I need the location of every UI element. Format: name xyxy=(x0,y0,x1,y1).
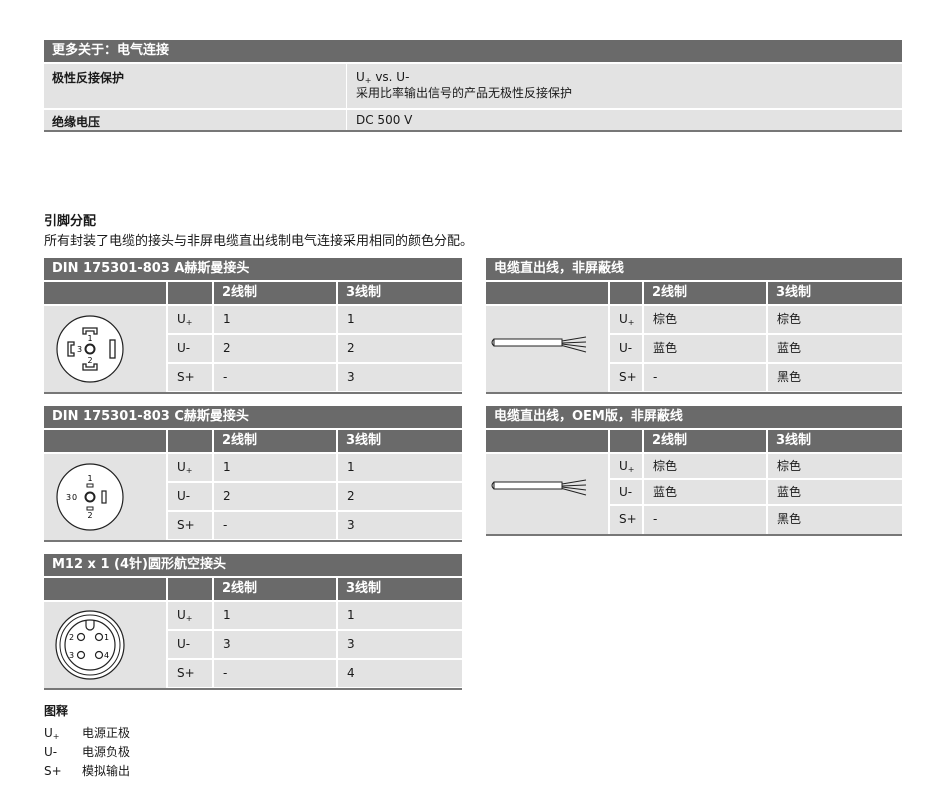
m12-pin-label-2: 2 xyxy=(69,633,74,642)
din-a-table: DIN 175301-803 A赫斯曼接头 2线制 3线制 1 3 2 U+ 1 1… xyxy=(44,258,462,394)
din-c-header: DIN 175301-803 C赫斯曼接头 xyxy=(44,406,462,428)
din-a-pin-label-3: 3 xyxy=(77,345,82,354)
legend-item: S+ 模拟输出 xyxy=(44,764,131,778)
insulation-row: 绝缘电压 DC 500 V xyxy=(44,110,902,130)
top-table-bottom-rule xyxy=(44,130,902,132)
legend-item: U+ 电源正极 xyxy=(44,726,131,741)
din-a-header: DIN 175301-803 A赫斯曼接头 xyxy=(44,258,462,280)
cable-oem-header: 电缆直出线，OEM版，非屏蔽线 xyxy=(486,406,902,428)
m12-table: M12 x 1 (4针)圆形航空接头 2线制 3线制 2 1 3 4 U+ 1 1 xyxy=(44,554,462,690)
din-a-pin-label-2: 2 xyxy=(87,356,92,365)
pin-assignment-description: 所有封装了电缆的接头与非屏电缆直出线制电气连接采用相同的颜色分配。 xyxy=(44,234,474,249)
m12-pin-label-1: 1 xyxy=(104,633,109,642)
svg-text:0: 0 xyxy=(72,493,77,502)
legend-item: U- 电源负极 xyxy=(44,745,131,759)
polarity-row: 极性反接保护 U+ vs. U- 采用比率输出信号的产品无极性反接保护 xyxy=(44,64,902,108)
more-about-header: 更多关于：电气连接 xyxy=(44,40,902,62)
cable-oem-table: 电缆直出线，OEM版，非屏蔽线 2线制 3线制 U+ 棕色 棕色 U- 蓝色 蓝色 S+… xyxy=(486,406,902,536)
din-a-pin-label-1: 1 xyxy=(87,334,92,343)
col-3wire: 3线制 xyxy=(338,282,462,304)
din-c-pin-label-3: 3 xyxy=(66,493,71,502)
cable-header: 电缆直出线，非屏蔽线 xyxy=(486,258,902,280)
din-c-connector-diagram: 1 3 0 2 xyxy=(44,454,166,540)
din-c-pin-label-2: 2 xyxy=(87,511,92,520)
m12-header: M12 x 1 (4针)圆形航空接头 xyxy=(44,554,462,576)
m12-connector-diagram: 2 1 3 4 xyxy=(44,602,166,688)
pin-assignment-title: 引脚分配 xyxy=(44,214,97,229)
cable-oem-diagram xyxy=(486,454,608,534)
insulation-label: 绝缘电压 xyxy=(52,115,101,129)
legend-title: 图释 xyxy=(44,704,69,718)
cable-diagram xyxy=(486,306,608,392)
col-2wire: 2线制 xyxy=(214,282,336,304)
m12-pin-label-4: 4 xyxy=(104,651,109,660)
din-a-connector-diagram: 1 3 2 xyxy=(44,306,166,392)
insulation-value: DC 500 V xyxy=(356,113,413,127)
cable-table: 电缆直出线，非屏蔽线 2线制 3线制 U+ 棕色 棕色 U- 蓝色 蓝色 S+ - 黑色 xyxy=(486,258,902,394)
polarity-value-2: 采用比率输出信号的产品无极性反接保护 xyxy=(356,86,573,100)
din-c-table: DIN 175301-803 C赫斯曼接头 2线制 3线制 1 3 0 2 U+… xyxy=(44,406,462,542)
polarity-label: 极性反接保护 xyxy=(52,71,125,85)
m12-pin-label-3: 3 xyxy=(69,651,74,660)
din-c-pin-label-1: 1 xyxy=(87,474,92,483)
